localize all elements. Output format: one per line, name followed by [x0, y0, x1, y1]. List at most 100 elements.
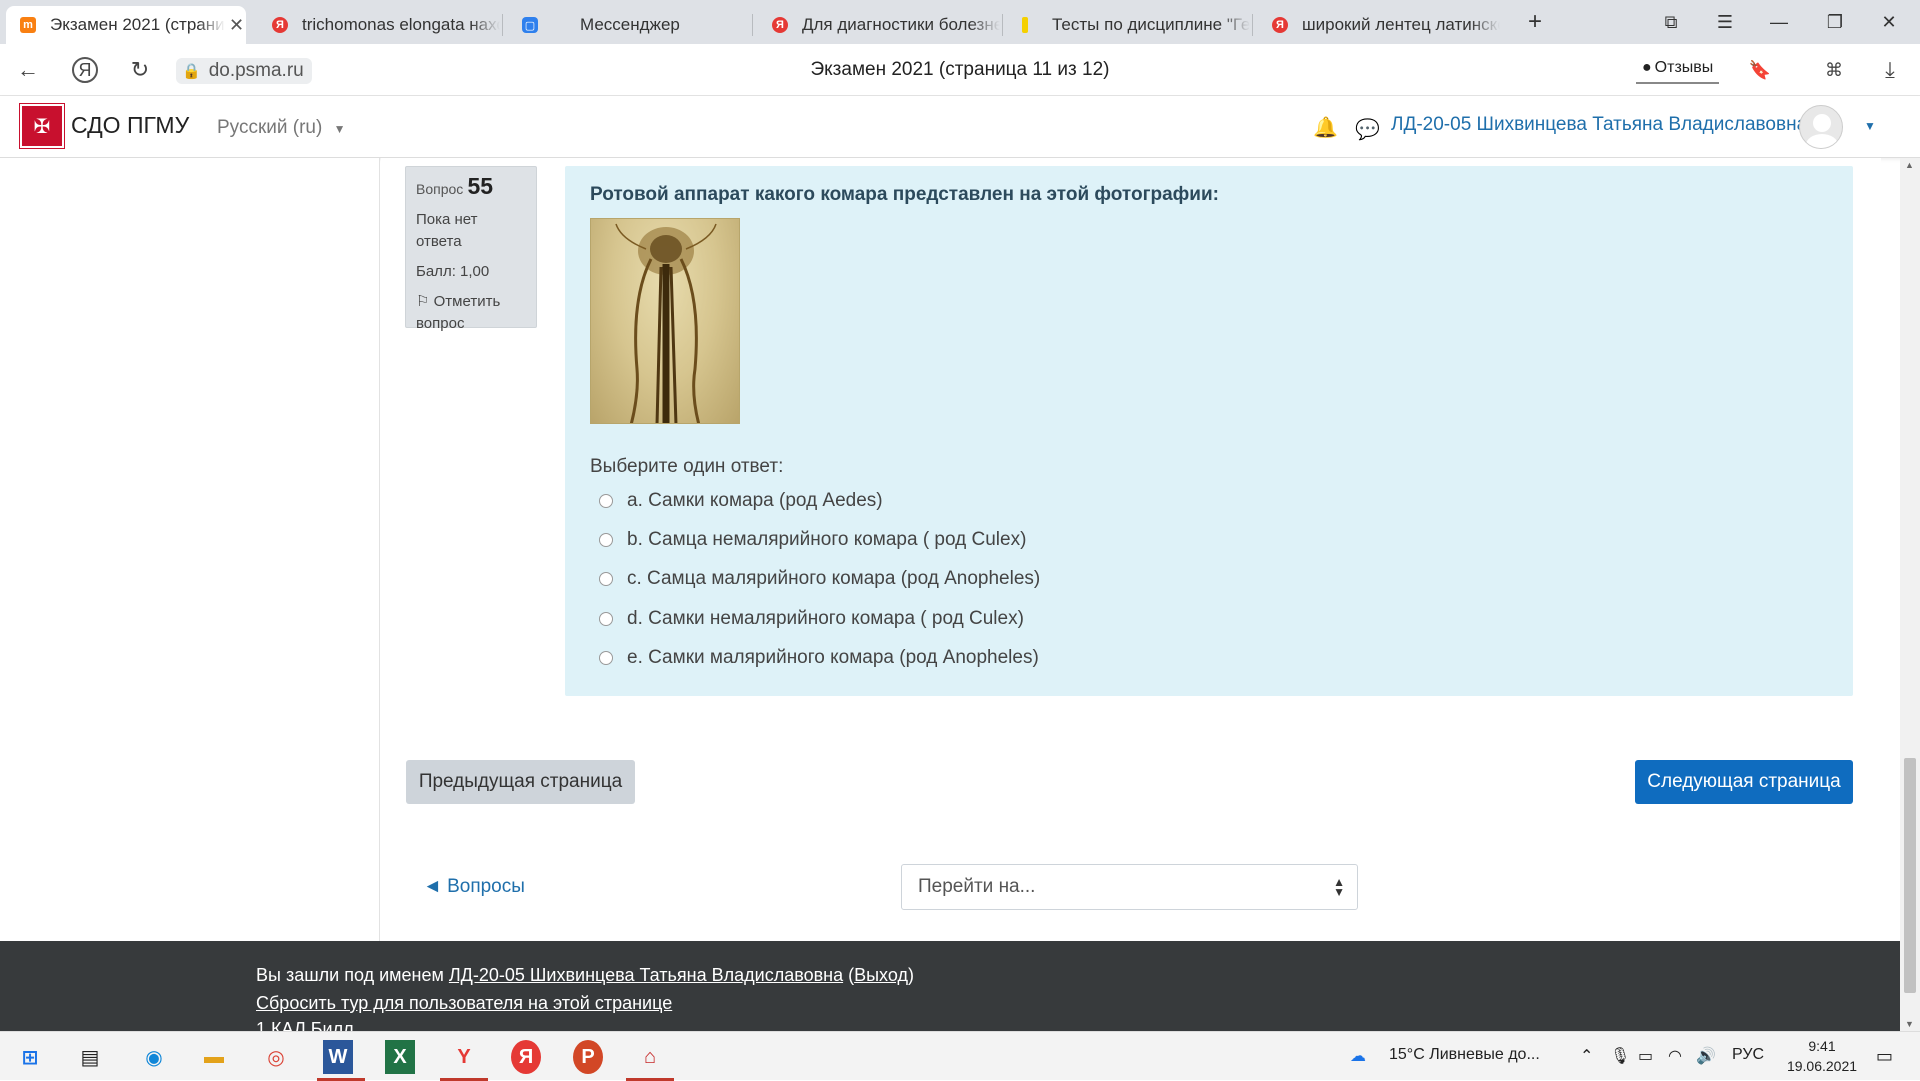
yandex-zen-icon [1022, 17, 1028, 33]
collections-icon[interactable]: ⧉ [1648, 8, 1694, 36]
weather-icon: ☁ [1350, 1048, 1366, 1065]
yandex-icon: Я [272, 17, 288, 33]
tab-title: trichomonas elongata нахо [302, 15, 500, 34]
reset-tour-line: Сбросить тур для пользователя на этой ст… [256, 993, 672, 1014]
option-label: a. Самки комара (род Aedes) [627, 490, 883, 511]
download-icon[interactable]: ⤓ [1872, 52, 1908, 88]
tab-title: широкий лентец латинско [1302, 15, 1500, 34]
language-menu[interactable]: Русский (ru) ▼ [217, 117, 346, 139]
question-info: Вопрос 55 Пока нет ответа Балл: 1,00 ⚐ О… [405, 166, 537, 332]
close-window-icon[interactable]: ✕ [1866, 8, 1912, 36]
messenger-icon: ▢ [522, 17, 538, 33]
radio-button[interactable] [599, 651, 613, 665]
powerpoint-icon[interactable]: P [573, 1040, 603, 1074]
windows-start-icon[interactable]: ⊞ [12, 1040, 48, 1074]
tab-genetics-tests[interactable]: Тесты по дисциплине "Ген [1008, 6, 1250, 44]
option-label: d. Самки немалярийного комара ( род Cule… [627, 608, 1024, 629]
feedback-button[interactable]: ● Отзывы [1636, 54, 1720, 84]
feedback-label: Отзывы [1654, 59, 1714, 76]
tab-trichomonas[interactable]: Я trichomonas elongata нахо [258, 6, 500, 44]
tab-tapeworm[interactable]: Я широкий лентец латинско [1258, 6, 1500, 44]
word-icon[interactable]: W [317, 1040, 365, 1081]
answer-option-d[interactable]: d. Самки немалярийного комара ( род Cule… [599, 608, 1024, 630]
scrollbar-thumb[interactable] [1904, 758, 1916, 993]
chrome-icon[interactable]: ◎ [258, 1040, 294, 1074]
logout-link[interactable]: Выход [854, 965, 908, 985]
footer-user-link[interactable]: ЛД-20-05 Шихвинцева Татьяна Владиславовн… [449, 965, 843, 985]
yandex-browser-icon[interactable]: Y [440, 1040, 488, 1081]
caret-down-icon[interactable]: ▼ [1864, 119, 1876, 133]
bell-icon[interactable]: 🔔 [1313, 115, 1338, 140]
radio-button[interactable] [599, 572, 613, 586]
windows-taskbar: ⊞ ▤ ◉ ▬ ◎ W X Y Я P ⌂ ☁ 15°C Ливневые до… [0, 1031, 1920, 1081]
option-label: b. Самца немалярийного комара ( род Cule… [627, 529, 1027, 550]
battery-icon[interactable]: ▭ [1638, 1046, 1653, 1066]
answer-option-b[interactable]: b. Самца немалярийного комара ( род Cule… [599, 529, 1026, 551]
new-tab-icon[interactable]: + [1512, 8, 1558, 36]
flag-label: Отметить вопрос [416, 293, 501, 332]
reset-tour-link[interactable]: Сбросить тур для пользователя на этой ст… [256, 993, 672, 1013]
clock[interactable]: 9:41 19.06.2021 [1784, 1036, 1860, 1076]
tab-title: Для диагностики болезне [802, 15, 1000, 34]
tab-title: Тесты по дисциплине "Ген [1052, 15, 1250, 34]
yandex-icon[interactable]: Я [511, 1040, 541, 1074]
language-label: Русский (ru) [217, 117, 323, 138]
task-view-icon[interactable]: ▤ [72, 1040, 108, 1074]
question-content: Ротовой аппарат какого комара представле… [565, 166, 1853, 696]
user-menu-name[interactable]: ЛД-20-05 Шихвинцева Татьяна Владиславовн… [1391, 114, 1807, 136]
volume-icon[interactable]: 🔊 [1696, 1046, 1716, 1066]
scroll-down-icon[interactable]: ▼ [1905, 1019, 1914, 1029]
flag-question-link[interactable]: ⚐ Отметить вопрос [416, 291, 526, 335]
option-label: c. Самца малярийного комара (род Anophel… [627, 568, 1041, 589]
input-language[interactable]: РУС [1732, 1046, 1764, 1064]
logged-in-info: Вы зашли под именем ЛД-20-05 Шихвинцева … [256, 965, 914, 985]
question-grade: Балл: 1,00 [416, 263, 490, 280]
tab-messenger[interactable]: ▢ Мессенджер [508, 6, 750, 44]
radio-button[interactable] [599, 533, 613, 547]
file-explorer-icon[interactable]: ▬ [196, 1040, 232, 1074]
edge-icon[interactable]: ◉ [136, 1040, 172, 1074]
select-arrows-icon: ▲ ▼ [1333, 875, 1345, 899]
wifi-icon[interactable]: ◠ [1668, 1046, 1682, 1066]
answer-option-a[interactable]: a. Самки комара (род Aedes) [599, 490, 883, 512]
extensions-icon[interactable]: ⌘ [1816, 52, 1852, 88]
option-label: e. Самки малярийного комара (род Anophel… [627, 647, 1039, 668]
yandex-icon: Я [1272, 17, 1288, 33]
close-tab-icon[interactable]: ✕ [229, 15, 244, 36]
answer-option-c[interactable]: c. Самца малярийного комара (род Anophel… [599, 568, 1040, 590]
bookmark-icon[interactable]: 🔖 [1742, 52, 1778, 88]
tab-exam[interactable]: m Экзамен 2021 (страниц ✕ [6, 6, 246, 44]
scroll-up-icon[interactable]: ▲ [1905, 160, 1914, 170]
messages-icon[interactable]: 💬 [1355, 117, 1380, 142]
previous-page-button[interactable]: Предыдущая страница [406, 760, 635, 804]
tab-diagnostics[interactable]: Я Для диагностики болезне [758, 6, 1000, 44]
footer-cut-line: 1 КАЛ Билл [256, 1019, 354, 1031]
restore-icon[interactable]: ❐ [1812, 8, 1858, 36]
answer-option-e[interactable]: e. Самки малярийного комара (род Anophel… [599, 647, 1039, 669]
notifications-icon[interactable]: ▭ [1876, 1046, 1893, 1067]
question-status: Пока нет ответа [416, 211, 478, 250]
site-logo[interactable]: ✠ [19, 103, 65, 149]
next-page-button[interactable]: Следующая страница [1635, 760, 1853, 804]
page-scrollbar[interactable]: ▲ ▼ [1900, 158, 1920, 1031]
radio-button[interactable] [599, 494, 613, 508]
avatar[interactable] [1799, 105, 1843, 149]
menu-icon[interactable]: ☰ [1702, 8, 1748, 36]
weather-text[interactable]: 15°C Ливневые до... [1389, 1046, 1540, 1064]
excel-icon[interactable]: X [385, 1040, 415, 1074]
microphone-icon[interactable]: 🎙 [1610, 1046, 1630, 1066]
tab-title: Экзамен 2021 (страниц [50, 15, 225, 34]
radio-button[interactable] [599, 612, 613, 626]
page-title: Экзамен 2021 (страница 11 из 12) [810, 59, 1110, 80]
chat-bubble-icon: ● [1642, 59, 1652, 76]
site-name[interactable]: СДО ПГМУ [71, 112, 189, 139]
minimize-icon[interactable]: — [1756, 8, 1802, 36]
chevron-up-icon[interactable]: ⌃ [1580, 1046, 1593, 1066]
browser-tab-strip: m Экзамен 2021 (страниц ✕ Я trichomonas … [0, 0, 1920, 44]
jump-to-select[interactable]: Перейти на... ▲ ▼ [901, 864, 1358, 910]
flag-icon: ⚐ [416, 293, 430, 310]
pdf-reader-icon[interactable]: ⌂ [626, 1040, 674, 1081]
tab-title: Мессенджер [580, 15, 680, 34]
questions-link[interactable]: ◄ Вопросы [423, 876, 525, 898]
site-navbar: ✠ СДО ПГМУ Русский (ru) ▼ 🔔 💬 ЛД-20-05 Ш… [0, 96, 1920, 158]
